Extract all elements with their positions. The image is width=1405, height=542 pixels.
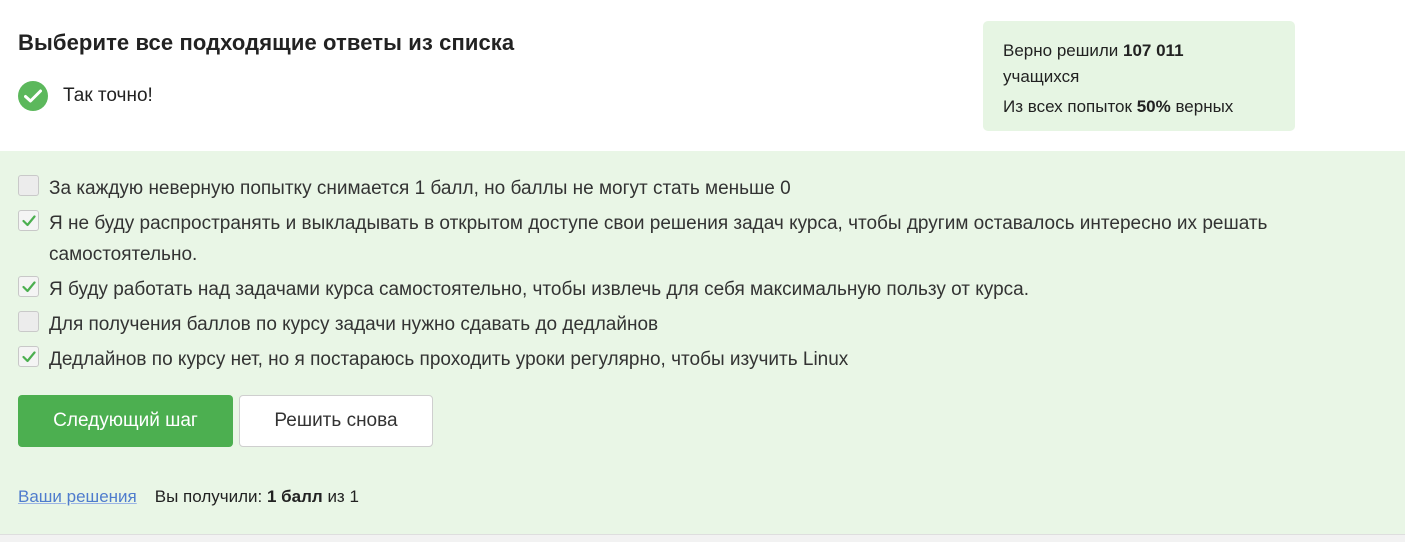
solved-prefix: Верно решили [1003,41,1119,60]
options-list: За каждую неверную попытку снимается 1 б… [18,173,1388,379]
bottom-divider [0,534,1405,542]
solve-again-button[interactable]: Решить снова [239,395,433,447]
option-label: Я буду работать над задачами курса самос… [49,279,1029,300]
option-item[interactable]: Я буду работать над задачами курса самос… [18,274,1388,305]
your-solutions-link[interactable]: Ваши решения [18,487,137,507]
option-checkbox[interactable] [18,276,39,297]
score-value: 1 балл [266,487,323,506]
question-title: Выберите все подходящие ответы из списка [18,30,515,55]
attempts-suffix: верных [1175,97,1234,116]
attempts-prefix: Из всех попыток [1003,97,1132,116]
result-text: Так точно! [63,85,153,106]
option-item[interactable]: За каждую неверную попытку снимается 1 б… [18,173,1388,204]
option-label: Дедлайнов по курсу нет, но я постараюсь … [49,349,849,370]
check-circle-icon [18,81,48,111]
score-suffix: из 1 [327,487,359,506]
checkmark-icon [21,350,36,362]
checkmark-icon [21,214,36,226]
attempts-percent: 50% [1136,97,1171,116]
solved-stat: Верно решили 107 011 учащихся [1003,38,1275,90]
option-checkbox[interactable] [18,175,39,196]
option-item[interactable]: Дедлайнов по курсу нет, но я постараюсь … [18,344,1388,375]
score-prefix: Вы получили: [154,487,263,506]
stats-box: Верно решили 107 011 учащихся Из всех по… [983,21,1295,131]
option-checkbox[interactable] [18,311,39,332]
footer-row: Ваши решения Вы получили: 1 балл из 1 [18,487,359,507]
option-item[interactable]: Я не буду распространять и выкладывать в… [18,208,1388,270]
next-step-button[interactable]: Следующий шаг [18,395,233,447]
solved-suffix: учащихся [1003,67,1080,86]
solved-count: 107 011 [1123,41,1184,60]
attempts-stat: Из всех попыток 50% верных [1003,94,1275,120]
option-item[interactable]: Для получения баллов по курсу задачи нуж… [18,309,1388,340]
result-row: Так точно! [18,81,153,111]
score-text: Вы получили: 1 балл из 1 [155,487,359,507]
checkmark-icon [21,280,36,292]
option-checkbox[interactable] [18,346,39,367]
option-checkbox[interactable] [18,210,39,231]
option-label: Я не буду распространять и выкладывать в… [49,213,1268,265]
step-page: Выберите все подходящие ответы из списка… [0,0,1405,542]
answer-area: За каждую неверную попытку снимается 1 б… [0,151,1405,534]
option-label: За каждую неверную попытку снимается 1 б… [49,178,791,199]
option-label: Для получения баллов по курсу задачи нуж… [49,314,659,335]
